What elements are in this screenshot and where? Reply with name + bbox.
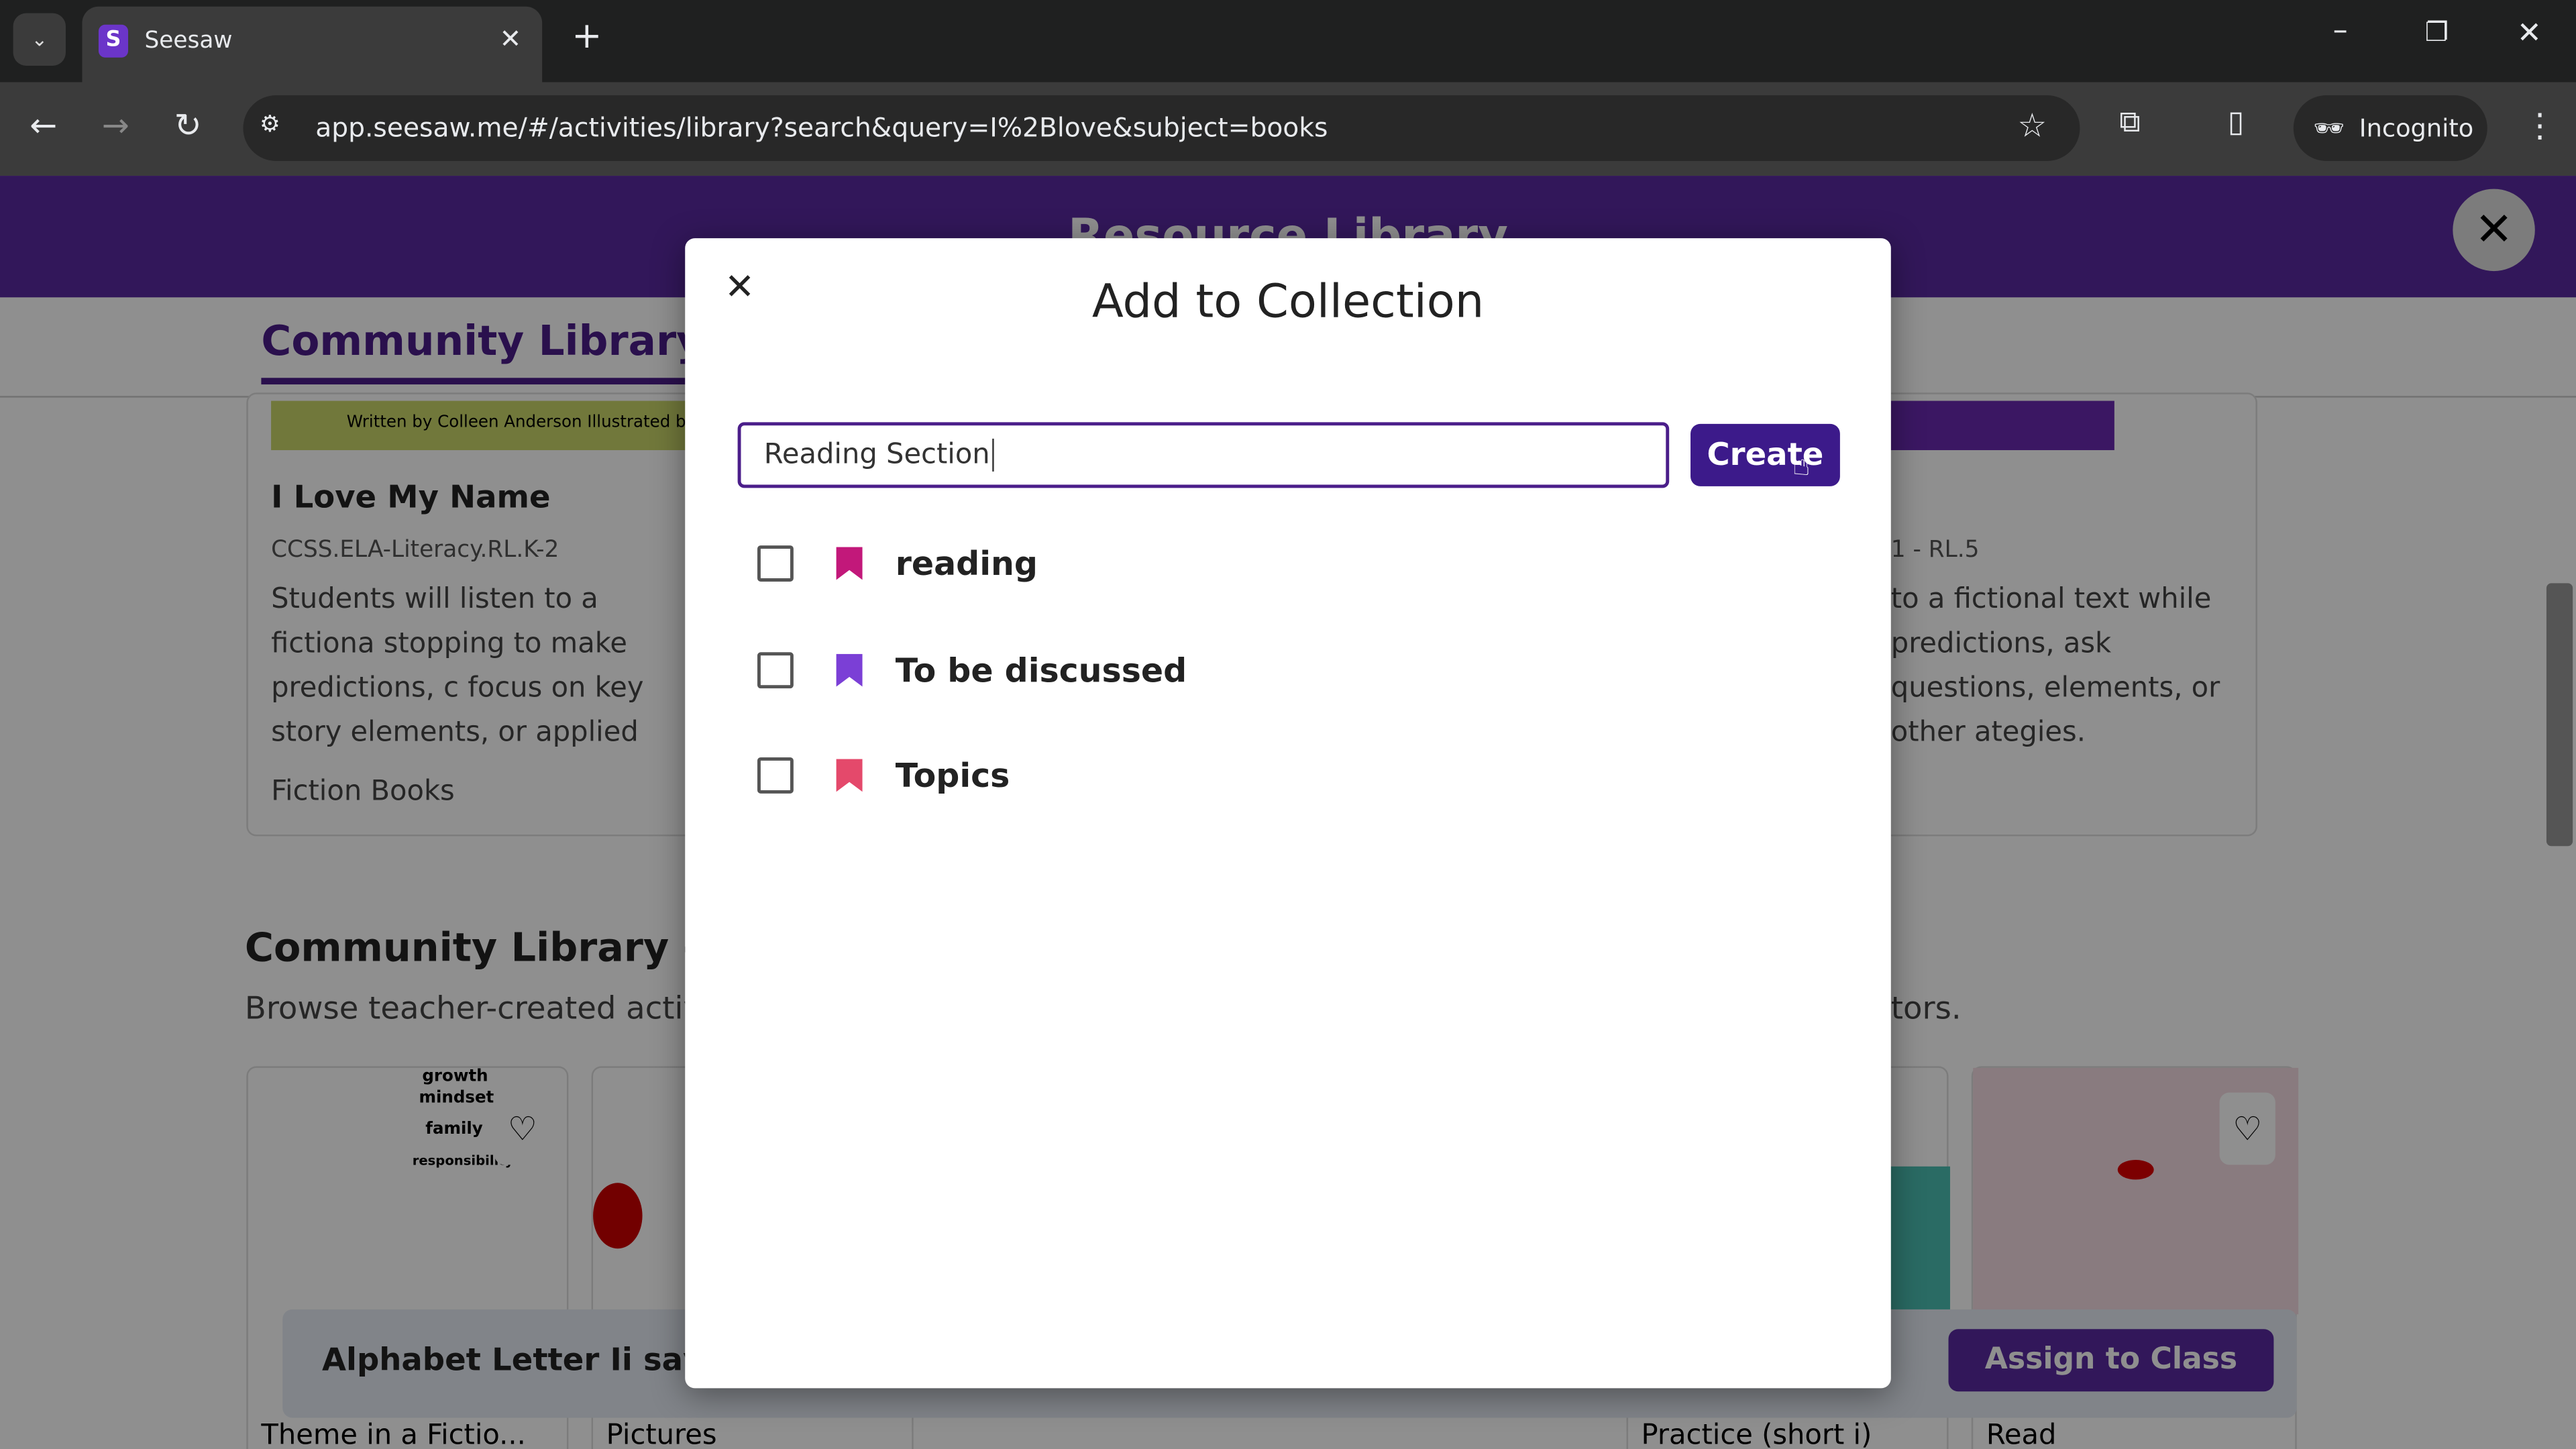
back-icon[interactable]: ← [30,105,57,145]
add-to-collection-dialog: ✕ Add to Collection Reading Section Crea… [685,238,1891,1389]
scrollbar[interactable] [2546,583,2573,847]
incognito-label: Incognito [2359,113,2474,144]
tab-search-button[interactable]: ⌄ [13,13,66,66]
create-button[interactable]: Create [1690,423,1840,486]
tab-title: Seesaw [144,28,233,54]
tab-close-icon[interactable]: ✕ [499,23,521,54]
collection-label: To be discussed [895,650,1187,690]
checkbox[interactable] [757,757,794,794]
collection-item-reading[interactable]: reading [757,531,1038,596]
incognito-badge[interactable]: 🕶 Incognito [2293,95,2487,162]
bookmark-icon [836,653,863,687]
collection-label: Topics [895,755,1010,796]
new-tab-icon[interactable]: + [572,16,602,57]
minimize-icon[interactable]: – [2333,13,2348,48]
extensions-icon[interactable]: ⧉ [2119,105,2140,140]
browser-tab[interactable]: S Seesaw ✕ [82,6,543,83]
url-text: app.seesaw.me/#/activities/library?searc… [315,111,1328,144]
restore-icon[interactable]: ❐ [2425,16,2449,48]
checkbox[interactable] [757,652,794,689]
site-info-icon[interactable]: ⚙ [260,112,280,138]
collection-name-input[interactable]: Reading Section [737,422,1670,488]
window-close-icon[interactable]: ✕ [2517,16,2542,50]
collection-label: reading [895,543,1038,584]
forward-icon[interactable]: → [102,105,129,145]
checkbox[interactable] [757,545,794,582]
collection-item-topics[interactable]: Topics [757,743,1010,808]
bookmark-icon [836,547,863,580]
incognito-icon: 🕶 [2313,113,2345,144]
mouse-cursor: ☝ [1792,448,1811,484]
bookmark-star-icon[interactable]: ☆ [2017,105,2047,145]
reload-icon[interactable]: ↻ [174,105,202,145]
bookmark-icon [836,759,863,792]
menu-icon[interactable]: ⋮ [2524,105,2557,145]
side-panel-icon[interactable]: ▯ [2228,105,2244,140]
input-value: Reading Section [763,438,990,472]
dialog-title: Add to Collection [1091,274,1485,329]
seesaw-favicon: S [98,24,129,58]
address-bar[interactable]: ⚙ app.seesaw.me/#/activities/library?sea… [243,95,2080,162]
collection-item-to-be-discussed[interactable]: To be discussed [757,637,1187,703]
